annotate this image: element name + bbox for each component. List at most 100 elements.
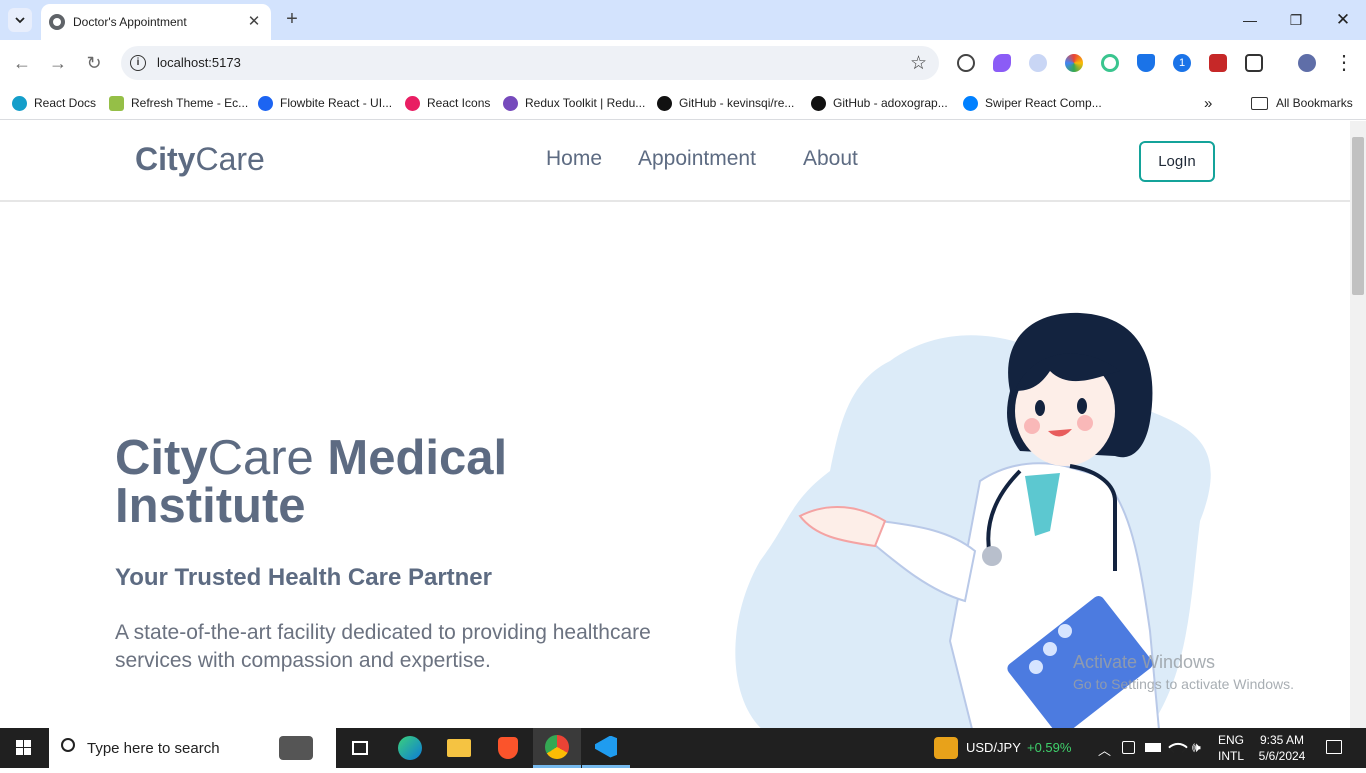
- edge-icon[interactable]: [386, 728, 434, 768]
- hero-title-bold: City: [115, 431, 208, 485]
- right-eye: [1077, 398, 1087, 414]
- url-text: localhost:5173: [157, 55, 241, 70]
- input-language[interactable]: ENG INTL: [1218, 732, 1244, 764]
- chrome-icon[interactable]: [533, 728, 581, 768]
- bookmark-item[interactable]: React Docs: [12, 92, 96, 114]
- back-button[interactable]: ←: [10, 51, 34, 75]
- chevron-down-icon: [15, 17, 25, 24]
- tab-close-icon[interactable]: ✕: [245, 13, 263, 31]
- brave-icon[interactable]: [484, 728, 532, 768]
- hero-description: A state-of-the-art facility dedicated to…: [115, 621, 651, 672]
- search-placeholder: Type here to search: [87, 739, 220, 757]
- extension-icon[interactable]: [1209, 54, 1227, 72]
- tab-search-button[interactable]: [8, 8, 32, 32]
- watermark-title: Activate Windows: [1073, 652, 1216, 672]
- minimize-button[interactable]: —: [1238, 8, 1262, 32]
- windows-icon: [16, 740, 31, 755]
- star-icon[interactable]: ☆: [910, 52, 927, 75]
- folder-icon: [1251, 96, 1268, 110]
- close-window-button[interactable]: ✕: [1331, 8, 1355, 32]
- react-icons-icon: [405, 95, 420, 111]
- all-bookmarks[interactable]: All Bookmarks: [1251, 92, 1353, 114]
- react-icon: [12, 95, 27, 111]
- address-bar[interactable]: i localhost:5173 ☆: [121, 46, 939, 80]
- site-logo[interactable]: CityCare: [135, 141, 265, 178]
- globe-icon: [49, 14, 65, 30]
- battery-icon[interactable]: [1145, 743, 1161, 752]
- nav-home[interactable]: Home: [546, 147, 602, 171]
- camera-icon: [279, 736, 313, 760]
- bookmark-item[interactable]: Redux Toolkit | Redu...: [503, 92, 645, 114]
- page-scrollbar[interactable]: [1350, 121, 1366, 728]
- hero-title: CityCare Medical Institute: [115, 431, 635, 531]
- more-bookmarks-icon[interactable]: »: [1204, 92, 1212, 114]
- password-manager-icon[interactable]: 1: [1173, 54, 1191, 72]
- menu-icon[interactable]: ⋮: [1332, 51, 1356, 75]
- start-button[interactable]: [0, 728, 48, 768]
- extension-icon[interactable]: [1101, 54, 1119, 72]
- tab-title: Doctor's Appointment: [73, 15, 187, 29]
- reload-button[interactable]: ↻: [82, 51, 106, 75]
- search-icon: [61, 738, 75, 752]
- logo-light: Care: [195, 141, 265, 177]
- github-icon: [657, 95, 672, 111]
- search-extension-icon[interactable]: [1029, 54, 1047, 72]
- task-view-icon[interactable]: [336, 728, 384, 768]
- forward-button[interactable]: →: [46, 51, 70, 75]
- shield-icon[interactable]: [1137, 54, 1155, 72]
- bookmark-label: React Icons: [427, 96, 491, 110]
- stethoscope-chest-piece: [982, 546, 1002, 566]
- lang-line-1: ENG: [1218, 733, 1245, 747]
- extension-icon[interactable]: [957, 54, 975, 72]
- bookmark-label: Refresh Theme - Ec...: [131, 96, 249, 110]
- browser-toolbar: ← → ↻ i localhost:5173 ☆ 1 ⋮: [0, 40, 1366, 86]
- meet-icon[interactable]: [1122, 741, 1135, 754]
- ticker-change: +0.59%: [1027, 740, 1072, 755]
- info-icon[interactable]: i: [130, 55, 146, 71]
- bookmark-label: React Docs: [34, 96, 97, 110]
- active-tab[interactable]: Doctor's Appointment ✕: [41, 4, 271, 40]
- clock-time: 9:35 AM: [1259, 733, 1305, 747]
- file-explorer-icon[interactable]: [435, 728, 483, 768]
- vscode-icon[interactable]: [582, 728, 630, 768]
- nav-appointment[interactable]: Appointment: [638, 147, 756, 171]
- cheek: [1077, 415, 1093, 431]
- shopify-icon: [109, 95, 124, 111]
- activate-windows-watermark: Activate Windows Go to Settings to activ…: [1073, 652, 1294, 692]
- wifi-icon[interactable]: [1168, 737, 1188, 757]
- all-bookmarks-label: All Bookmarks: [1276, 96, 1353, 110]
- bookmark-item[interactable]: GitHub - adoxograp...: [811, 92, 948, 114]
- hero-title-light: Care: [207, 431, 314, 485]
- chevron-up-icon[interactable]: ︿: [1098, 740, 1111, 759]
- bookmark-item[interactable]: React Icons: [405, 92, 490, 114]
- bookmark-item[interactable]: GitHub - kevinsqi/re...: [657, 92, 794, 114]
- watermark-subtitle: Go to Settings to activate Windows.: [1073, 676, 1294, 692]
- redux-icon: [503, 95, 518, 111]
- clipboard-dot: [1029, 660, 1043, 674]
- clipboard-dot: [1058, 624, 1072, 638]
- restore-button[interactable]: ❐: [1284, 8, 1308, 32]
- volume-icon[interactable]: 🕪: [1192, 739, 1201, 756]
- bookmark-item[interactable]: Refresh Theme - Ec...: [109, 92, 248, 114]
- bookmarks-bar: React Docs Refresh Theme - Ec... Flowbit…: [0, 86, 1366, 120]
- login-button[interactable]: LogIn: [1139, 141, 1215, 182]
- taskbar-clock[interactable]: 9:35 AM 5/6/2024: [1254, 732, 1310, 764]
- bookmark-label: GitHub - adoxograp...: [833, 96, 948, 110]
- lang-line-2: INTL: [1218, 749, 1245, 763]
- color-picker-icon[interactable]: [1065, 54, 1083, 72]
- scroll-thumb[interactable]: [1352, 137, 1364, 295]
- bookmark-item[interactable]: Flowbite React - UI...: [258, 92, 392, 114]
- new-tab-button[interactable]: +: [281, 9, 303, 31]
- avatar[interactable]: [1298, 54, 1316, 72]
- windows-taskbar: Type here to search USD/JPY +0.59% ︿ 🕪 E…: [0, 728, 1366, 768]
- notification-icon[interactable]: [1326, 740, 1342, 754]
- hero-subtitle: Your Trusted Health Care Partner: [115, 564, 492, 591]
- puzzle-icon[interactable]: [1245, 54, 1263, 72]
- extension-icon[interactable]: [993, 54, 1011, 72]
- taskbar-search[interactable]: Type here to search: [49, 728, 336, 768]
- bookmark-item[interactable]: Swiper React Comp...: [963, 92, 1102, 114]
- ticker-label[interactable]: USD/JPY: [966, 740, 1021, 755]
- clipboard-dot: [1043, 642, 1057, 656]
- nav-about[interactable]: About: [803, 147, 858, 171]
- tab-strip: Doctor's Appointment ✕ + — ❐ ✕: [0, 0, 1366, 40]
